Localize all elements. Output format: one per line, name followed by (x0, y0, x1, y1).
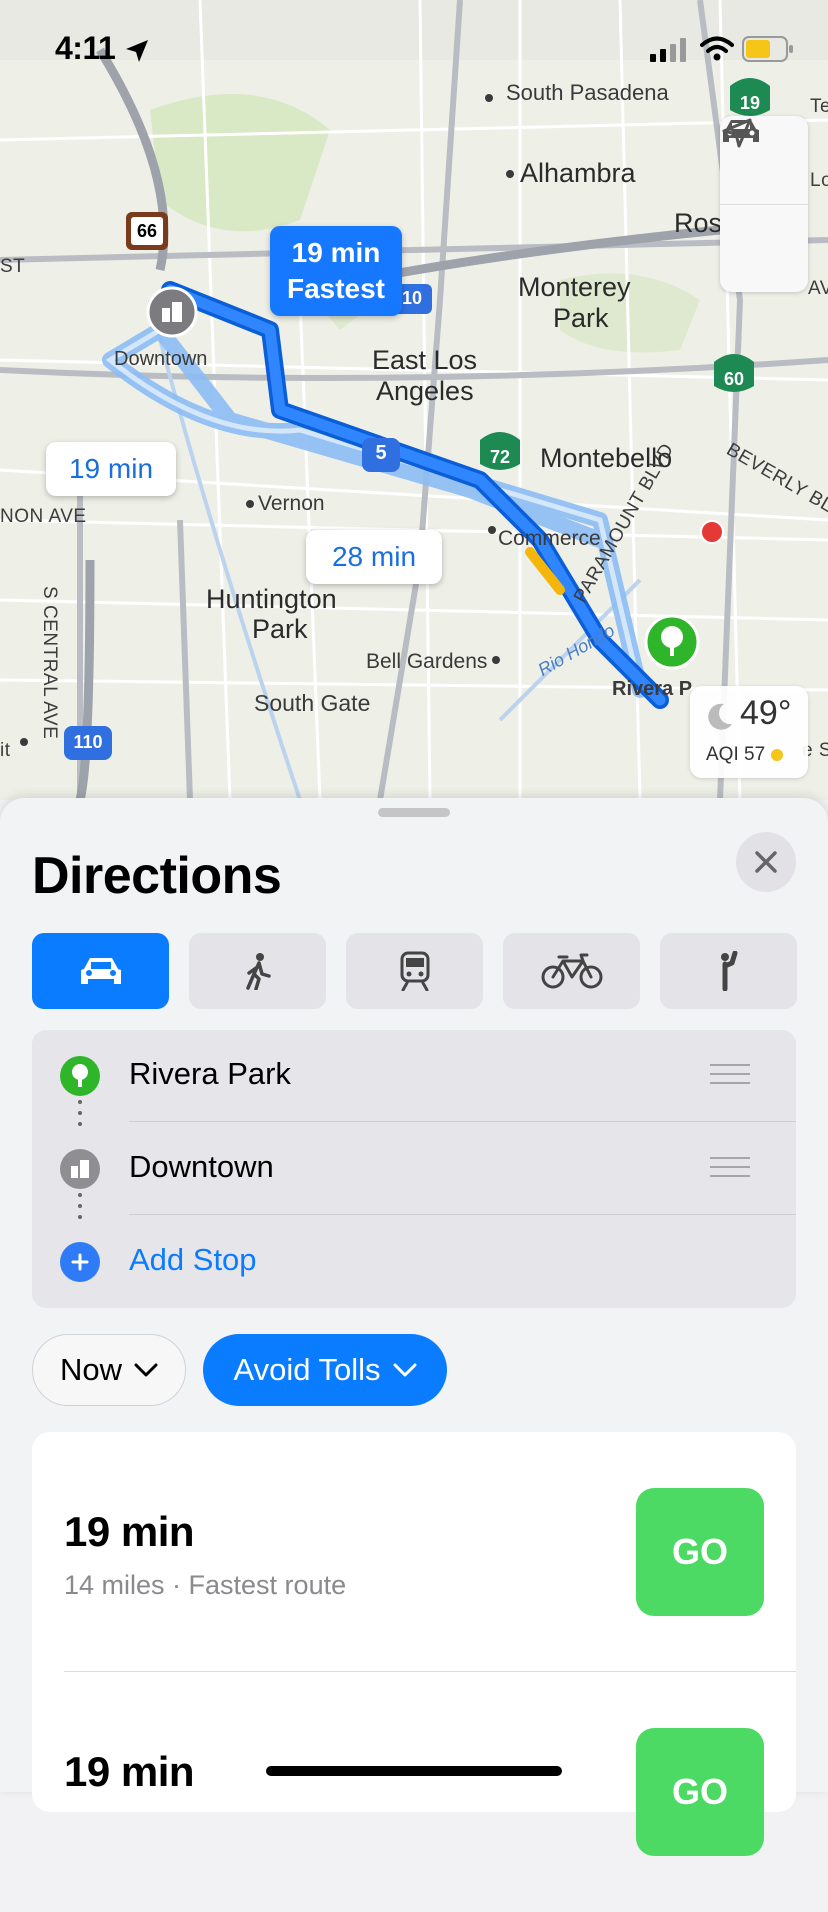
train-icon (400, 951, 429, 991)
mode-transit-button[interactable] (346, 933, 483, 1009)
stop-origin-label: Rivera Park (129, 1056, 291, 1091)
label-huntington-park: Park (252, 614, 308, 644)
directions-sheet: Directions Rivera Park Downtown Add Stop… (0, 798, 828, 1856)
chevron-down-icon (134, 1363, 158, 1377)
close-button[interactable] (736, 832, 796, 892)
route-eta: 19 min (64, 1508, 195, 1555)
location-button[interactable] (720, 118, 808, 293)
location-services-icon (126, 40, 148, 62)
route-callout-alt1[interactable]: 19 min (46, 442, 176, 496)
label-park: Park (553, 303, 609, 333)
home-indicator[interactable] (266, 1766, 562, 1776)
highway-72-label: 72 (489, 447, 511, 467)
car-icon (80, 958, 121, 984)
go-button[interactable]: GO (636, 1488, 764, 1616)
go-button[interactable]: GO (636, 1728, 764, 1856)
city-icon (60, 1149, 100, 1189)
label-east-los: East Los (372, 345, 478, 375)
page-title: Directions (32, 847, 282, 905)
bike-icon (541, 953, 602, 989)
route-detail: 14 miles · Fastest route (64, 1570, 347, 1600)
departure-time-dropdown[interactable]: Now (32, 1334, 186, 1406)
departure-time-label: Now (59, 1352, 122, 1387)
add-stop-label: Add Stop (129, 1242, 257, 1277)
wifi-icon (700, 36, 734, 61)
label-downtown: Downtown (114, 348, 208, 370)
aqi-dot-icon (771, 748, 784, 761)
label-ros: Ros (674, 208, 723, 238)
label-vernon: Vernon (258, 492, 325, 515)
label-non-ave: NON AVE (0, 506, 87, 527)
label-lo: Lo (810, 170, 828, 191)
weather-temp: 49° (740, 694, 792, 732)
city-icon[interactable] (158, 298, 186, 326)
close-icon (755, 851, 777, 873)
stop-destination[interactable]: Downtown (32, 1123, 796, 1215)
location-arrow-icon (722, 118, 752, 148)
reorder-handle-icon[interactable] (710, 1064, 750, 1091)
cellular-signal-icon (650, 38, 686, 62)
mode-bike-button[interactable] (503, 933, 640, 1009)
transport-mode-selector (32, 933, 797, 1009)
callout-primary-time: 19 min (291, 237, 381, 268)
stop-origin[interactable]: Rivera Park (32, 1030, 796, 1122)
route-stops-list: Rivera Park Downtown Add Stop (32, 1030, 796, 1308)
status-bar: 4:11 (0, 0, 828, 100)
label-rivera-park: Rivera P (612, 678, 693, 700)
label-south-gate: South Gate (254, 690, 371, 716)
label-s-central-ave: S CENTRAL AVE (39, 586, 60, 740)
chevron-down-icon (393, 1363, 417, 1377)
label-huntington: Huntington (206, 584, 337, 614)
label-alhambra: Alhambra (520, 158, 636, 188)
moon-icon (708, 703, 732, 730)
label-monterey: Monterey (518, 272, 631, 302)
label-av: AV (808, 278, 828, 299)
aqi-label: AQI 57 (706, 744, 766, 765)
route-eta: 19 min (64, 1748, 195, 1795)
tree-icon[interactable] (656, 624, 688, 660)
label-commerce: Commerce (498, 527, 601, 550)
callout-primary-tag: Fastest (286, 273, 386, 304)
reorder-handle-icon[interactable] (710, 1157, 750, 1184)
walk-icon (245, 953, 271, 990)
avoid-tolls-dropdown[interactable]: Avoid Tolls (203, 1334, 447, 1406)
mode-drive-button[interactable] (32, 933, 169, 1009)
stop-destination-label: Downtown (129, 1149, 274, 1184)
status-time: 4:11 (55, 30, 116, 66)
map-controls (720, 116, 808, 292)
highway-110-label: 110 (73, 732, 103, 752)
map-view[interactable]: 66 10 5 72 60 19 110 South Pasadena Alha… (0, 0, 828, 800)
avoid-tolls-label: Avoid Tolls (233, 1352, 381, 1387)
route-callout-primary[interactable]: 19 min Fastest (270, 226, 402, 316)
battery-icon (742, 36, 793, 62)
label-angeles: Angeles (376, 376, 474, 406)
route-callout-alt2[interactable]: 28 min (306, 530, 442, 584)
label-bell-gardens: Bell Gardens (366, 650, 488, 673)
route-option[interactable]: 19 min 14 miles · Fastest route GO (32, 1432, 796, 1672)
add-stop-button[interactable]: Add Stop (32, 1216, 796, 1308)
plus-icon (60, 1242, 100, 1282)
sheet-grabber[interactable] (378, 808, 450, 817)
highway-5-label: 5 (375, 442, 387, 464)
route-options-card: 19 min 14 miles · Fastest route GO 19 mi… (32, 1432, 796, 1856)
mode-ride-button[interactable] (660, 933, 797, 1009)
tree-icon (60, 1056, 100, 1096)
route-option[interactable]: 19 min GO (32, 1672, 796, 1912)
label-st: ST (0, 256, 26, 277)
weather-aqi: AQI 57 (706, 744, 784, 766)
highway-60-label: 60 (723, 369, 745, 389)
weather-widget[interactable]: 49° AQI 57 (690, 686, 808, 778)
label-it: it (0, 740, 11, 761)
hail-icon (720, 951, 737, 991)
mode-walk-button[interactable] (189, 933, 326, 1009)
highway-66-label: 66 (136, 221, 158, 241)
